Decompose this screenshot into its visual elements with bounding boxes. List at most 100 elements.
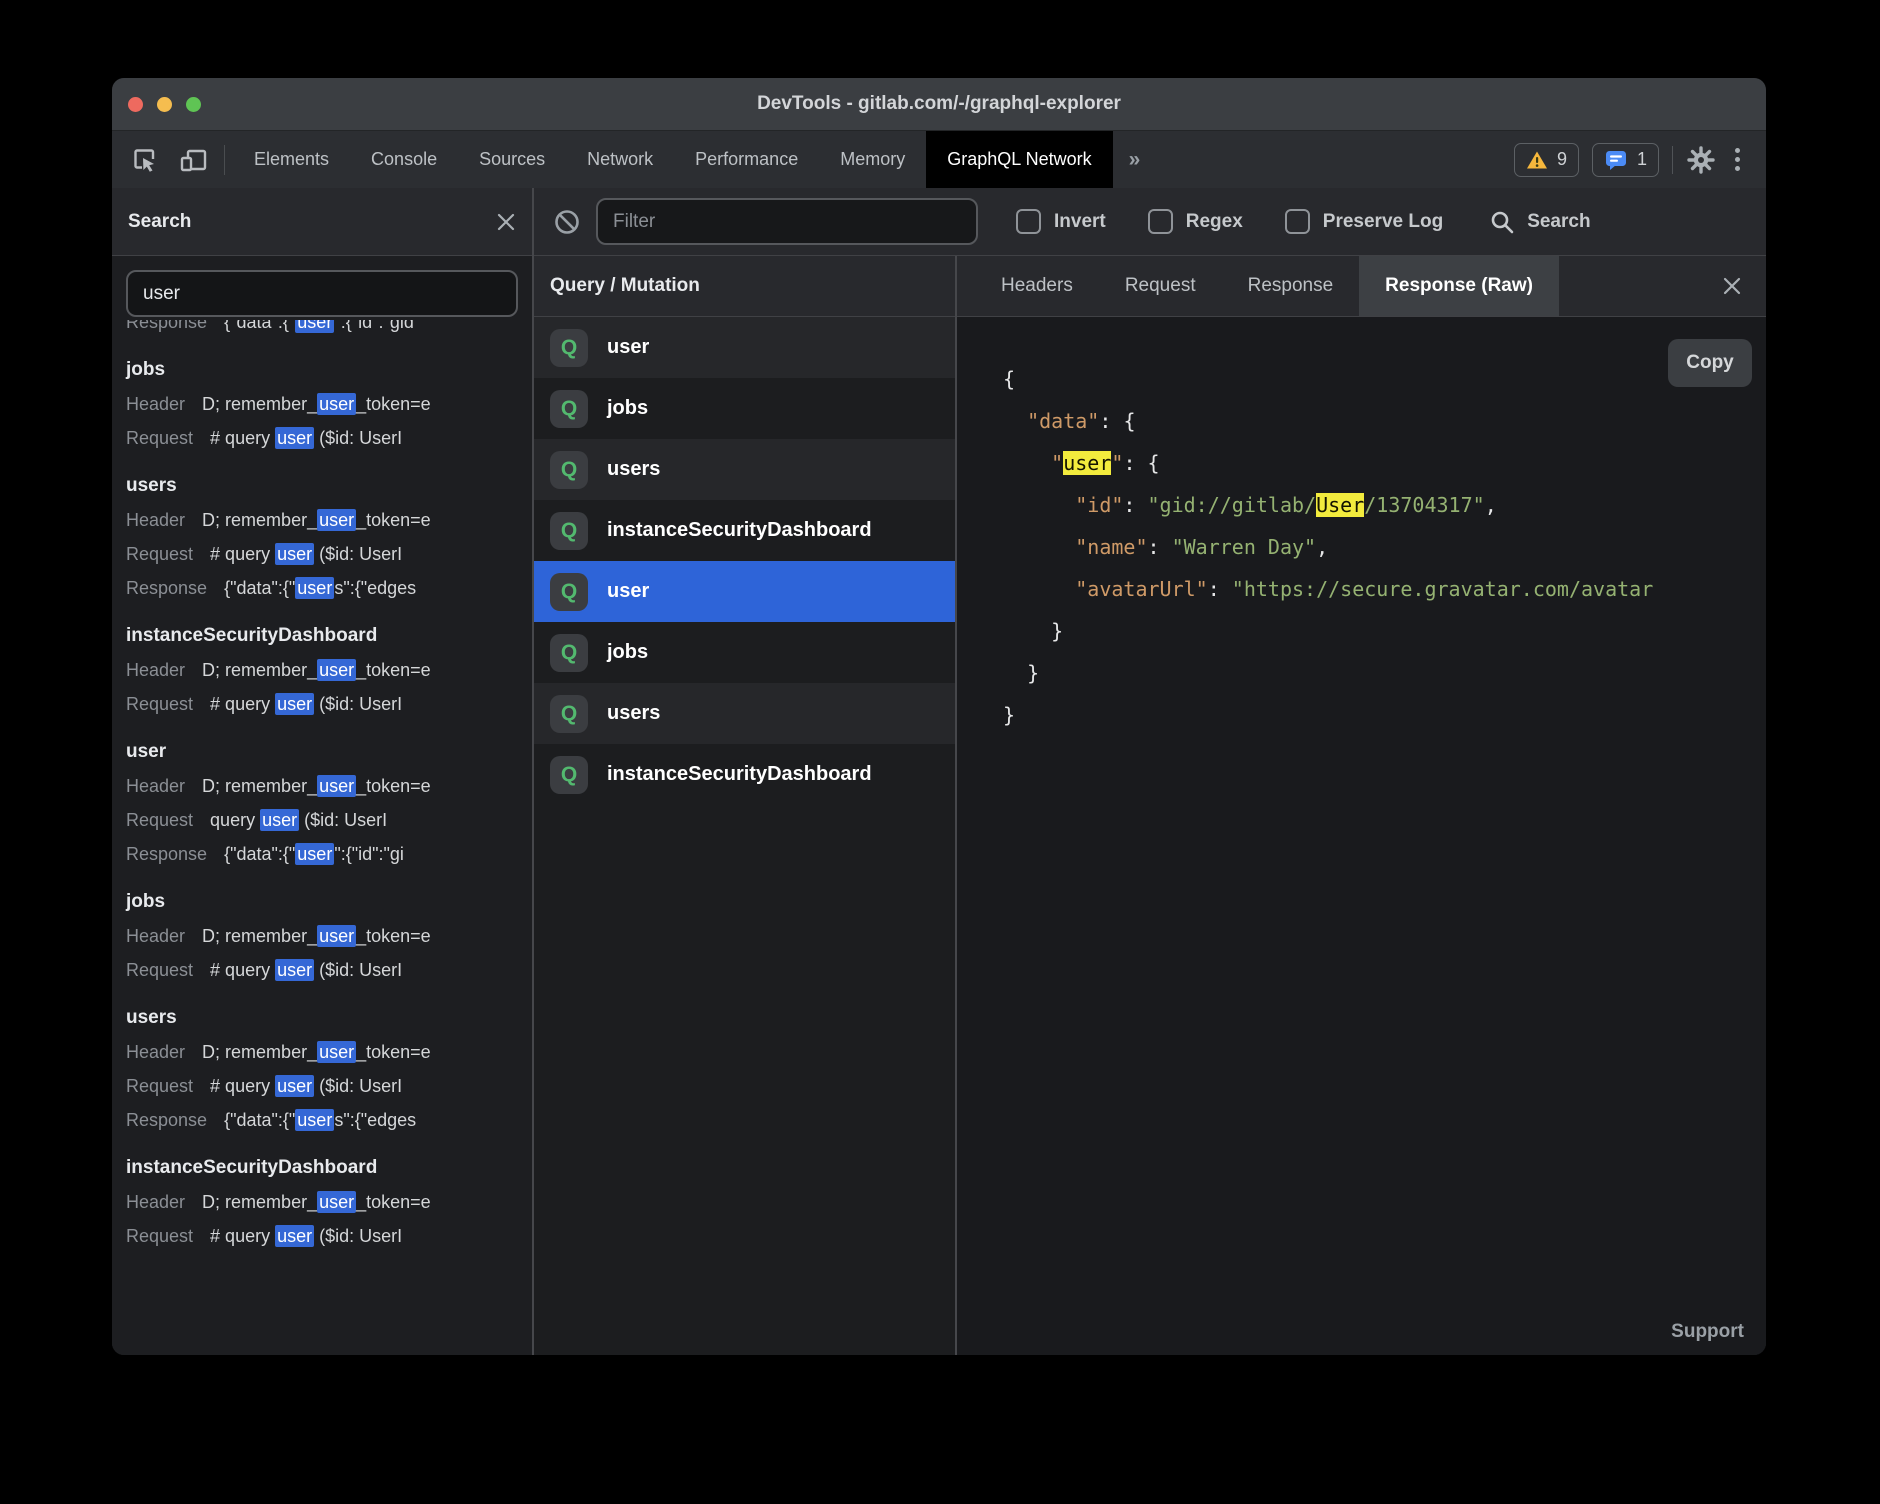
checkbox-preserve-log[interactable]: Preserve Log <box>1285 209 1443 234</box>
result-group-title[interactable]: jobs <box>126 353 532 387</box>
result-row-label: Request <box>126 694 193 714</box>
checkbox-invert[interactable]: Invert <box>1016 209 1106 234</box>
search-result-row[interactable]: Response{"data":{"users":{"edges <box>126 1103 532 1137</box>
query-list-item[interactable]: Quser <box>534 561 955 622</box>
highlighted-match: user <box>295 577 334 599</box>
search-results-area: Response{"data":{"user":{"id":"gid jobsH… <box>112 256 532 1355</box>
device-toolbar-icon[interactable] <box>178 146 208 174</box>
request-detail-panel: HeadersRequestResponseResponse (Raw) Cop… <box>957 256 1766 1355</box>
result-group-title[interactable]: users <box>126 469 532 503</box>
result-group-title[interactable]: instanceSecurityDashboard <box>126 1151 532 1185</box>
search-panel: Search Response{"data":{"user":{"id":"gi… <box>112 188 532 1355</box>
network-search-toggle[interactable]: Search <box>1489 209 1590 235</box>
settings-gear-icon[interactable] <box>1686 145 1716 175</box>
result-row-text: D; remember_user_token=e <box>202 775 431 797</box>
tab-elements[interactable]: Elements <box>233 131 350 188</box>
query-list-item[interactable]: Quser <box>534 317 955 378</box>
tab-sources[interactable]: Sources <box>458 131 566 188</box>
panel-tabs: ElementsConsoleSourcesNetworkPerformance… <box>233 131 1113 188</box>
search-result-row[interactable]: Request # query user ($id: UserI <box>126 1219 532 1253</box>
search-result-row[interactable]: HeaderD; remember_user_token=e <box>126 919 532 953</box>
search-result-group: userHeaderD; remember_user_token=eReques… <box>126 735 532 871</box>
more-menu-icon[interactable] <box>1729 148 1746 171</box>
minimize-window-button[interactable] <box>157 97 172 112</box>
query-type-badge: Q <box>550 329 588 367</box>
result-group-title[interactable]: instanceSecurityDashboard <box>126 619 532 653</box>
support-link[interactable]: Support <box>1671 1321 1744 1343</box>
search-result-row[interactable]: HeaderD; remember_user_token=e <box>126 769 532 803</box>
search-result-row[interactable]: Request# query user ($id: UserI <box>126 953 532 987</box>
highlighted-match: user <box>295 843 334 865</box>
search-result-row[interactable]: HeaderD; remember_user_token=e <box>126 653 532 687</box>
tab-memory[interactable]: Memory <box>819 131 926 188</box>
result-row-label: Request <box>126 960 193 980</box>
checkbox-regex[interactable]: Regex <box>1148 209 1243 234</box>
search-input[interactable] <box>126 270 518 317</box>
zoom-window-button[interactable] <box>186 97 201 112</box>
search-result-row[interactable]: HeaderD; remember_user_token=e <box>126 1185 532 1219</box>
highlighted-match: user <box>317 1041 356 1063</box>
result-row-text: D; remember_user_token=e <box>202 393 431 415</box>
search-result-row[interactable]: Response{"data":{"user":{"id":"gi <box>126 837 532 871</box>
close-window-button[interactable] <box>128 97 143 112</box>
filter-input[interactable] <box>596 198 978 245</box>
query-list-item[interactable]: QinstanceSecurityDashboard <box>534 744 955 805</box>
result-row-label: Response <box>126 320 207 332</box>
query-list-item[interactable]: Qusers <box>534 439 955 500</box>
close-search-panel-icon[interactable] <box>496 212 516 232</box>
query-list-item[interactable]: QinstanceSecurityDashboard <box>534 500 955 561</box>
query-list-item[interactable]: Qusers <box>534 683 955 744</box>
devtools-toolbar: ElementsConsoleSourcesNetworkPerformance… <box>112 130 1766 188</box>
detail-tab-response[interactable]: Response <box>1222 256 1360 316</box>
warning-count: 9 <box>1557 149 1567 170</box>
search-result-row[interactable]: HeaderD; remember_user_token=e <box>126 387 532 421</box>
search-result-group: instanceSecurityDashboardHeaderD; rememb… <box>126 1151 532 1253</box>
highlighted-match: user <box>275 1075 314 1097</box>
query-name: users <box>607 458 660 481</box>
result-row-label: Request <box>126 1226 193 1246</box>
issues-count: 1 <box>1637 149 1647 170</box>
search-result-row[interactable]: HeaderD; remember_user_token=e <box>126 1035 532 1069</box>
search-result-row[interactable]: Request# query user ($id: UserI <box>126 687 532 721</box>
json-line: "id": "gid://gitlab/User/13704317", <box>1003 484 1766 526</box>
clear-log-icon[interactable] <box>552 207 582 237</box>
search-result-row[interactable]: Requestquery user ($id: UserI <box>126 803 532 837</box>
search-result-row[interactable]: Request# query user ($id: UserI <box>126 1069 532 1103</box>
issues-badge[interactable]: 1 <box>1592 143 1659 177</box>
detail-tab-headers[interactable]: Headers <box>975 256 1099 316</box>
warnings-badge[interactable]: 9 <box>1514 143 1579 177</box>
close-detail-panel-icon[interactable] <box>1722 276 1742 296</box>
search-result-row[interactable]: Response{"data":{"users":{"edges <box>126 571 532 605</box>
more-tabs-chevron-icon[interactable]: » <box>1113 148 1157 172</box>
result-row-text: # query user ($id: UserI <box>210 1225 402 1247</box>
search-result-row[interactable]: Response{"data":{"user":{"id":"gid <box>126 320 532 339</box>
json-line: } <box>1003 694 1766 736</box>
query-name: instanceSecurityDashboard <box>607 763 872 786</box>
tab-graphql-network[interactable]: GraphQL Network <box>926 131 1112 188</box>
copy-button[interactable]: Copy <box>1668 339 1752 387</box>
query-type-badge: Q <box>550 451 588 489</box>
detail-tab-request[interactable]: Request <box>1099 256 1222 316</box>
network-filter-bar: Invert Regex Preserve Log Search <box>534 188 1766 256</box>
query-name: jobs <box>607 397 648 420</box>
query-list-item[interactable]: Qjobs <box>534 378 955 439</box>
query-list-title: Query / Mutation <box>550 275 700 297</box>
query-type-badge: Q <box>550 756 588 794</box>
search-result-row[interactable]: HeaderD; remember_user_token=e <box>126 503 532 537</box>
result-group-title[interactable]: jobs <box>126 885 532 919</box>
search-result-row[interactable]: Request# query user ($id: UserI <box>126 421 532 455</box>
result-group-title[interactable]: users <box>126 1001 532 1035</box>
highlighted-match: user <box>317 1191 356 1213</box>
inspect-element-icon[interactable] <box>130 146 158 174</box>
query-type-badge: Q <box>550 573 588 611</box>
result-group-title[interactable]: user <box>126 735 532 769</box>
detail-tab-response-raw[interactable]: Response (Raw) <box>1359 256 1559 316</box>
result-row-label: Header <box>126 926 185 946</box>
query-list: QuserQjobsQusersQinstanceSecurityDashboa… <box>534 317 955 1355</box>
search-result-row[interactable]: Request# query user ($id: UserI <box>126 537 532 571</box>
tab-console[interactable]: Console <box>350 131 458 188</box>
query-list-item[interactable]: Qjobs <box>534 622 955 683</box>
main-area: Search Response{"data":{"user":{"id":"gi… <box>112 188 1766 1355</box>
tab-performance[interactable]: Performance <box>674 131 819 188</box>
tab-network[interactable]: Network <box>566 131 674 188</box>
